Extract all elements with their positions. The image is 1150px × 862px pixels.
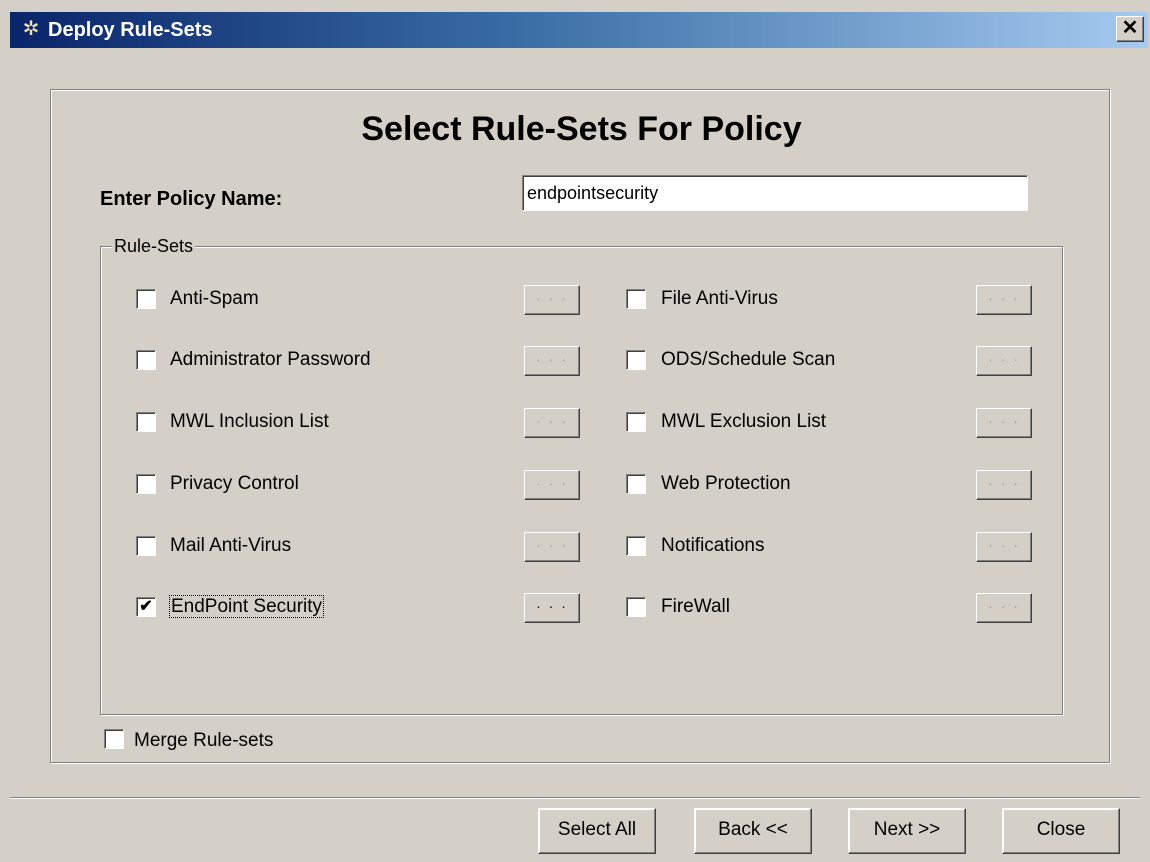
label-mwl-inclusion-list: MWL Inclusion List	[170, 411, 329, 433]
checkbox-mwl-exclusion-list[interactable]	[626, 412, 646, 432]
config-button-mwl-exclusion-list[interactable]: · · ·	[976, 408, 1032, 438]
checkbox-mwl-inclusion-list[interactable]	[136, 412, 156, 432]
label-mwl-exclusion-list: MWL Exclusion List	[661, 411, 826, 433]
select-all-button[interactable]: Select All	[538, 808, 656, 854]
back-button[interactable]: Back <<	[694, 808, 812, 854]
config-button-ods-schedule-scan[interactable]: · · ·	[976, 346, 1032, 376]
page-title: Select Rule-Sets For Policy	[361, 110, 802, 148]
policy-name-input[interactable]	[522, 175, 1028, 211]
close-window-button[interactable]: ✕	[1116, 16, 1144, 42]
label-firewall: FireWall	[661, 596, 730, 618]
config-button-administrator-password[interactable]: · · ·	[524, 346, 580, 376]
label-notifications: Notifications	[661, 535, 765, 557]
window-title: Deploy Rule-Sets	[48, 19, 213, 41]
checkbox-ods-schedule-scan[interactable]	[626, 350, 646, 370]
close-icon: ✕	[1121, 17, 1139, 39]
label-privacy-control: Privacy Control	[170, 473, 299, 495]
checkbox-file-anti-virus[interactable]	[626, 289, 646, 309]
label-text-anti-spam: Anti-Spam	[170, 288, 259, 309]
checkbox-firewall[interactable]	[626, 597, 646, 617]
label-text-firewall: FireWall	[661, 596, 730, 617]
label-text-mwl-exclusion-list: MWL Exclusion List	[661, 411, 827, 432]
label-file-anti-virus: File Anti-Virus	[661, 288, 778, 310]
label-text-administrator-password: Administrator Password	[170, 349, 371, 370]
merge-rulesets-checkbox[interactable]	[104, 729, 124, 749]
label-text-privacy-control: Privacy Control	[170, 473, 299, 494]
checkbox-web-protection[interactable]	[626, 474, 646, 494]
label-anti-spam: Anti-Spam	[170, 288, 259, 310]
label-administrator-password: Administrator Password	[170, 349, 371, 371]
config-button-file-anti-virus[interactable]: · · ·	[976, 285, 1032, 315]
close-button[interactable]: Close	[1002, 808, 1120, 854]
label-text-mail-anti-virus: Mail Anti-Virus	[170, 535, 292, 556]
title-bar: ✲ Deploy Rule-Sets	[10, 12, 1148, 48]
gear-icon: ✲	[22, 18, 40, 40]
checkmark-icon: ✔	[139, 598, 153, 615]
checkbox-endpoint-security[interactable]: ✔	[136, 597, 156, 617]
config-button-mwl-inclusion-list[interactable]: · · ·	[524, 408, 580, 438]
label-ods-schedule-scan: ODS/Schedule Scan	[661, 349, 835, 371]
label-endpoint-security: EndPoint Security	[168, 595, 325, 618]
label-text-endpoint-security: EndPoint Security	[168, 595, 325, 618]
checkbox-anti-spam[interactable]	[136, 289, 156, 309]
config-button-endpoint-security[interactable]: · · ·	[524, 593, 580, 623]
config-button-mail-anti-virus[interactable]: · · ·	[524, 532, 580, 562]
label-web-protection: Web Protection	[661, 473, 791, 495]
label-mail-anti-virus: Mail Anti-Virus	[170, 535, 291, 557]
config-button-firewall[interactable]: · · ·	[976, 593, 1032, 623]
label-text-ods-schedule-scan: ODS/Schedule Scan	[661, 349, 836, 370]
rulesets-group-legend: Rule-Sets	[112, 236, 196, 257]
config-button-anti-spam[interactable]: · · ·	[524, 285, 580, 315]
checkbox-mail-anti-virus[interactable]	[136, 536, 156, 556]
footer-separator	[10, 797, 1140, 799]
checkbox-notifications[interactable]	[626, 536, 646, 556]
label-text-web-protection: Web Protection	[661, 473, 791, 494]
label-text-notifications: Notifications	[661, 535, 765, 556]
merge-rulesets-label: Merge Rule-sets	[134, 730, 274, 751]
config-button-web-protection[interactable]: · · ·	[976, 470, 1032, 500]
next-button[interactable]: Next >>	[848, 808, 966, 854]
checkbox-administrator-password[interactable]	[136, 350, 156, 370]
checkbox-privacy-control[interactable]	[136, 474, 156, 494]
deploy-rulesets-window: ✲ Deploy Rule-Sets ✕ Select Rule-Sets Fo…	[0, 0, 1150, 862]
label-text-mwl-inclusion-list: MWL Inclusion List	[170, 411, 329, 432]
config-button-notifications[interactable]: · · ·	[976, 532, 1032, 562]
label-text-file-anti-virus: File Anti-Virus	[661, 288, 778, 309]
config-button-privacy-control[interactable]: · · ·	[524, 470, 580, 500]
policy-name-label: Enter Policy Name:	[100, 188, 283, 210]
